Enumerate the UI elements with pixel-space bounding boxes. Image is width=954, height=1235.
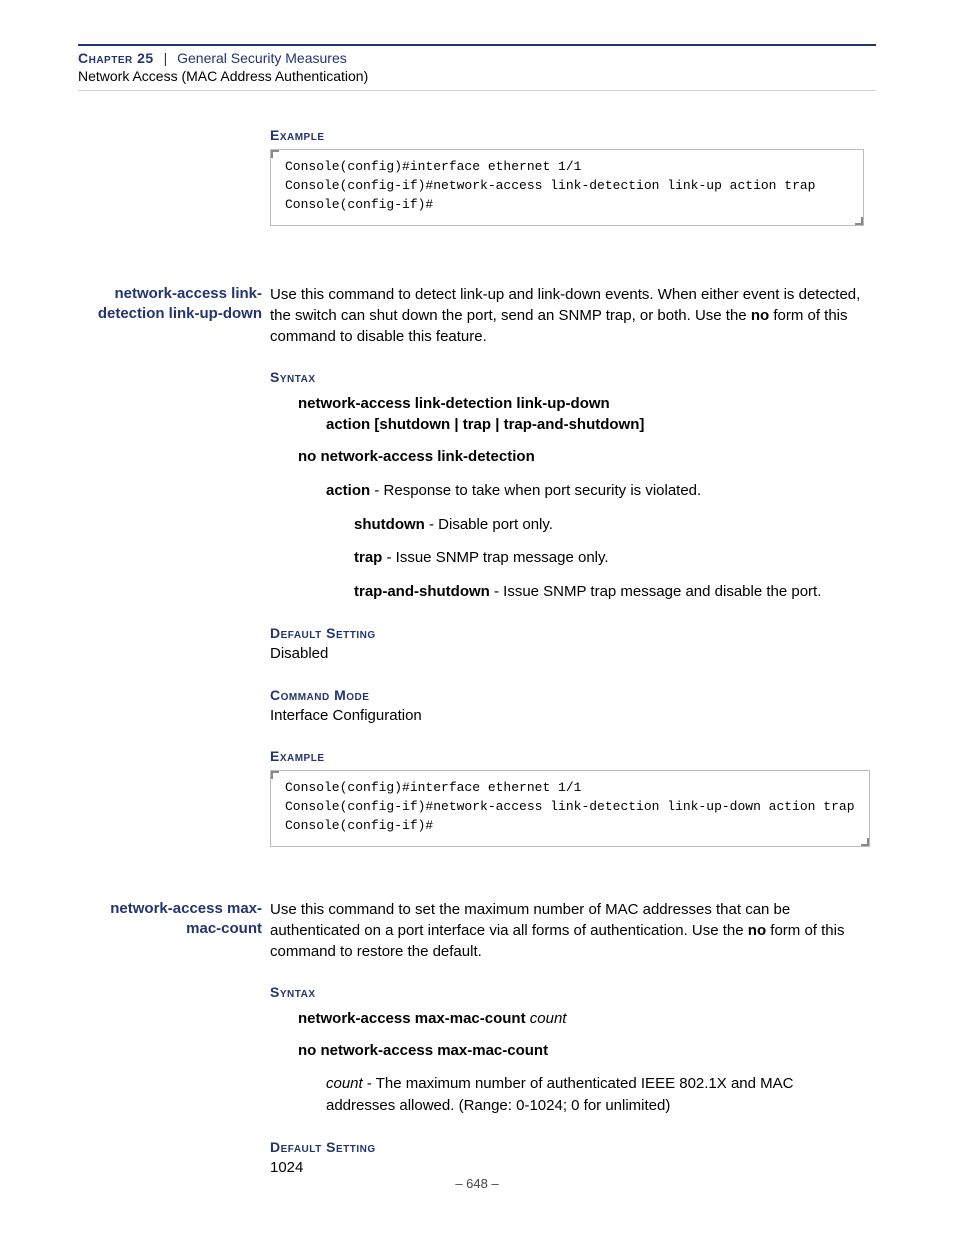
section-link-up-down: network-access link-detection link-up-do…	[78, 284, 864, 847]
header-separator: |	[158, 50, 174, 66]
page: Chapter 25 | General Security Measures N…	[0, 0, 954, 1179]
action-description: action - Response to take when port secu…	[326, 480, 870, 603]
command-name-link-up-down: network-access link-detection link-up-do…	[78, 284, 270, 325]
syntax3-param-count: count	[530, 1010, 567, 1027]
header-underline	[78, 90, 876, 91]
code-block-2: Console(config)#interface ethernet 1/1 C…	[270, 770, 870, 847]
count-description: count - The maximum number of authentica…	[326, 1073, 864, 1117]
syntax3-cmd: network-access max-mac-count	[298, 1010, 530, 1027]
option-trap-and-shutdown: trap-and-shutdown - Issue SNMP trap mess…	[354, 581, 870, 603]
option-shutdown: shutdown - Disable port only.	[354, 514, 870, 536]
header-line-1: Chapter 25 | General Security Measures	[78, 50, 876, 66]
intro3-bold-no: no	[748, 922, 766, 939]
syntax-options-bold: [shutdown | trap | trap-and-shutdown]	[370, 416, 644, 433]
header-subtitle: Network Access (MAC Address Authenticati…	[78, 68, 876, 84]
syntax-heading-3: Syntax	[270, 984, 864, 1000]
chapter-title: General Security Measures	[177, 50, 347, 66]
default-setting-heading-3: Default Setting	[270, 1139, 864, 1155]
option-tas-label: trap-and-shutdown	[354, 583, 490, 600]
count-text: - The maximum number of authenticated IE…	[326, 1075, 793, 1114]
action-label: action	[326, 482, 370, 499]
page-number: – 648 –	[455, 1176, 498, 1191]
syntax-heading: Syntax	[270, 369, 870, 385]
option-shutdown-text: - Disable port only.	[425, 516, 553, 533]
syntax-options: [shutdown | trap | trap-and-shutdown]	[370, 416, 644, 433]
syntax3-no-line: no network-access max-mac-count	[298, 1040, 864, 1062]
section-max-mac-count: network-access max-mac-count Use this co…	[78, 899, 864, 1179]
syntax-action-kw: action	[326, 416, 370, 433]
intro3-text-pre: Use this command to set the maximum numb…	[270, 901, 790, 939]
chapter-label: Chapter 25	[78, 50, 154, 66]
option-trap: trap - Issue SNMP trap message only.	[354, 547, 870, 569]
command-name-max-mac-count: network-access max-mac-count	[78, 899, 270, 940]
code-block: Console(config)#interface ethernet 1/1 C…	[270, 149, 864, 226]
content: Example Console(config)#interface ethern…	[78, 127, 876, 1179]
intro-bold-no: no	[751, 307, 769, 324]
syntax-no-cmd: no network-access link-detection	[298, 448, 535, 465]
syntax-cmd: network-access link-detection link-up-do…	[298, 395, 610, 412]
command-mode-heading: Command Mode	[270, 687, 870, 703]
example-heading-2: Example	[270, 748, 870, 764]
action-text: - Response to take when port security is…	[370, 482, 701, 499]
syntax-no-line: no network-access link-detection	[298, 446, 870, 468]
option-shutdown-label: shutdown	[354, 516, 425, 533]
command-mode-value: Interface Configuration	[270, 705, 870, 727]
syntax-block: network-access link-detection link-up-do…	[298, 393, 870, 603]
page-footer: – 648 –	[0, 1176, 954, 1191]
intro-paragraph: Use this command to detect link-up and l…	[270, 284, 870, 347]
syntax3-no-cmd: no network-access max-mac-count	[298, 1042, 548, 1059]
example-heading: Example	[270, 127, 864, 143]
syntax-block-3: network-access max-mac-count count no ne…	[298, 1008, 864, 1117]
count-param: count	[326, 1075, 363, 1092]
option-trap-label: trap	[354, 549, 382, 566]
default-setting-heading: Default Setting	[270, 625, 870, 641]
header-divider	[78, 44, 876, 46]
syntax3-line-1: network-access max-mac-count count	[298, 1008, 864, 1030]
syntax-line-2: action [shutdown | trap | trap-and-shutd…	[326, 414, 870, 436]
option-tas-text: - Issue SNMP trap message and disable th…	[490, 583, 822, 600]
option-trap-text: - Issue SNMP trap message only.	[382, 549, 608, 566]
section-prev-example: Example Console(config)#interface ethern…	[78, 127, 864, 226]
default-setting-value: Disabled	[270, 643, 870, 665]
section-link-up-down-body: Use this command to detect link-up and l…	[270, 284, 870, 847]
section-prev-body: Example Console(config)#interface ethern…	[270, 127, 864, 226]
syntax-line-1: network-access link-detection link-up-do…	[298, 393, 870, 415]
intro-paragraph-3: Use this command to set the maximum numb…	[270, 899, 864, 962]
section-max-mac-count-body: Use this command to set the maximum numb…	[270, 899, 864, 1179]
